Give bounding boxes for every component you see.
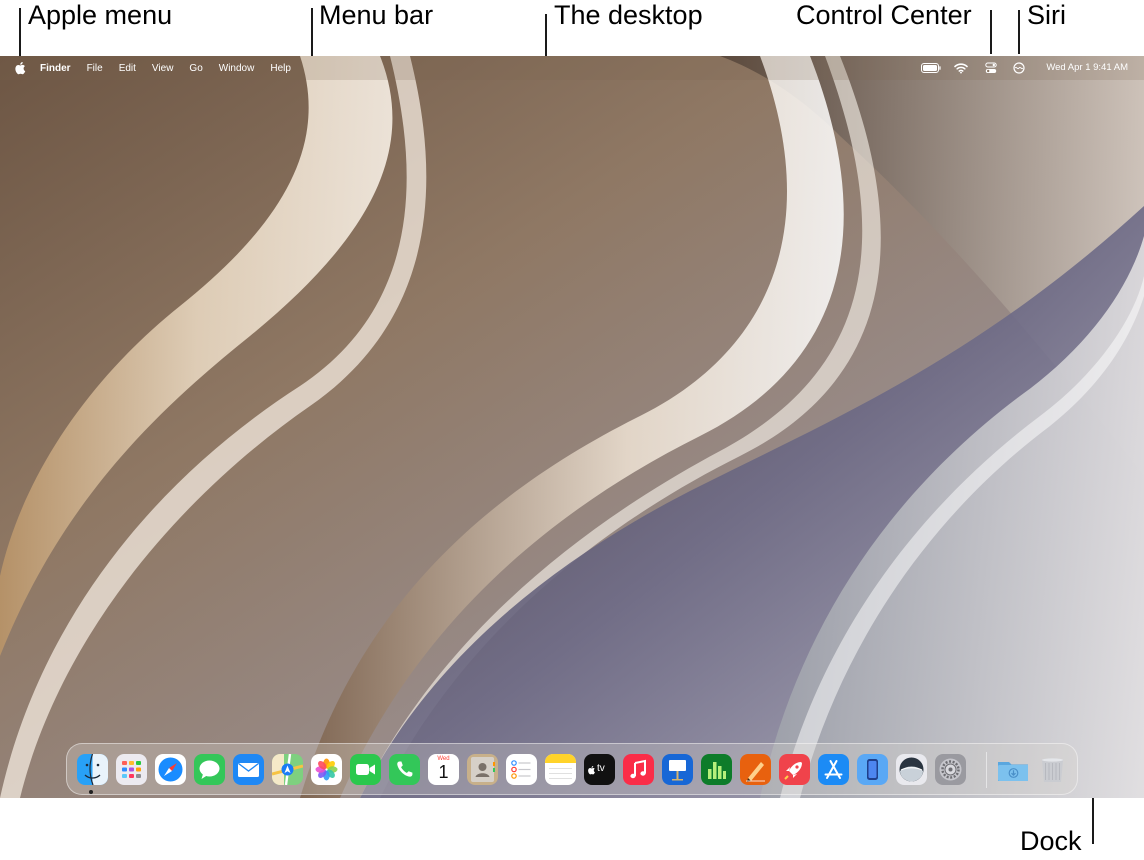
callout-siri: Siri (1027, 0, 1066, 30)
menu-edit[interactable]: Edit (119, 63, 136, 74)
gear-icon (935, 754, 966, 785)
menu-bar-clock[interactable]: Wed Apr 1 9:41 AM (1046, 56, 1128, 80)
trash-icon (1042, 758, 1063, 782)
dock-separator (986, 752, 987, 788)
contacts-icon (467, 754, 498, 785)
dock-app-photos[interactable] (311, 754, 342, 785)
menu-view[interactable]: View (152, 63, 174, 74)
dock-trash[interactable] (1037, 754, 1068, 785)
dock-app-maps[interactable] (272, 754, 303, 785)
menu-file[interactable]: File (87, 63, 103, 74)
callout-menu-bar: Menu bar (319, 0, 434, 30)
dock-app-finder[interactable] (77, 754, 108, 785)
leader-line-apple-menu (19, 8, 21, 56)
wifi-icon[interactable] (954, 62, 968, 74)
siri-icon[interactable] (1013, 62, 1025, 74)
mac-screen: Finder File Edit View Go Window Help Wed… (0, 56, 1144, 798)
dock-app-phone[interactable] (389, 754, 420, 785)
callout-control-center: Control Center (796, 0, 972, 30)
callout-dock: Dock (1020, 826, 1082, 856)
control-center-icon[interactable] (985, 62, 997, 74)
games-icon (779, 754, 810, 785)
dock-app-games[interactable] (779, 754, 810, 785)
photos-icon (311, 754, 342, 785)
pages-icon (740, 754, 771, 785)
dock-app-notes[interactable] (545, 754, 576, 785)
dock-app-messages[interactable] (194, 754, 225, 785)
dock-app-reminders[interactable] (506, 754, 537, 785)
dock: Wed 1 tv (66, 743, 1078, 795)
dock-app-macos-installer[interactable] (896, 754, 927, 785)
dock-app-contacts[interactable] (467, 754, 498, 785)
desktop-wallpaper[interactable] (0, 56, 1144, 798)
safari-icon (155, 754, 186, 785)
finder-running-indicator (89, 790, 93, 794)
finder-icon (77, 754, 108, 785)
dock-app-apple-tv[interactable]: tv (584, 754, 615, 785)
menu-items: Finder File Edit View Go Window Help (40, 56, 307, 80)
leader-line-control-center (990, 10, 992, 54)
menu-bar: Finder File Edit View Go Window Help Wed… (0, 56, 1144, 80)
apple-tv-label: tv (597, 763, 605, 774)
iphone-mirroring-icon (857, 754, 888, 785)
downloads-folder-icon (998, 762, 1028, 781)
dock-app-pages[interactable] (740, 754, 771, 785)
dock-app-system-settings[interactable] (935, 754, 966, 785)
dock-app-facetime[interactable] (350, 754, 381, 785)
menu-help[interactable]: Help (270, 63, 291, 74)
keynote-icon (662, 754, 693, 785)
mail-icon (233, 754, 264, 785)
maps-icon (272, 754, 303, 785)
dock-app-mail[interactable] (233, 754, 264, 785)
launchpad-icon (116, 754, 147, 785)
dock-app-launchpad[interactable] (116, 754, 147, 785)
callout-apple-menu: Apple menu (28, 0, 173, 30)
music-icon (623, 754, 654, 785)
apple-menu-icon[interactable] (14, 61, 27, 75)
phone-icon (389, 754, 420, 785)
dock-app-music[interactable] (623, 754, 654, 785)
leader-line-siri (1018, 10, 1020, 54)
menu-go[interactable]: Go (189, 63, 202, 74)
calendar-date-label: 1 (438, 762, 449, 782)
dock-app-iphone-mirroring[interactable] (857, 754, 888, 785)
messages-icon (194, 754, 225, 785)
dock-app-app-store[interactable] (818, 754, 849, 785)
notes-icon (545, 754, 576, 785)
numbers-icon (701, 754, 732, 785)
dock-app-numbers[interactable] (701, 754, 732, 785)
facetime-icon (350, 754, 381, 785)
callout-desktop: The desktop (554, 0, 703, 30)
dock-app-keynote[interactable] (662, 754, 693, 785)
dock-app-safari[interactable] (155, 754, 186, 785)
dock-downloads-folder[interactable] (997, 754, 1028, 785)
menu-app-finder[interactable]: Finder (40, 63, 71, 74)
macos-icon (896, 754, 927, 785)
reminders-icon (506, 754, 537, 785)
dock-app-calendar[interactable]: Wed 1 (428, 754, 459, 785)
battery-icon[interactable] (921, 63, 941, 73)
app-store-icon (818, 754, 849, 785)
menu-window[interactable]: Window (219, 63, 255, 74)
